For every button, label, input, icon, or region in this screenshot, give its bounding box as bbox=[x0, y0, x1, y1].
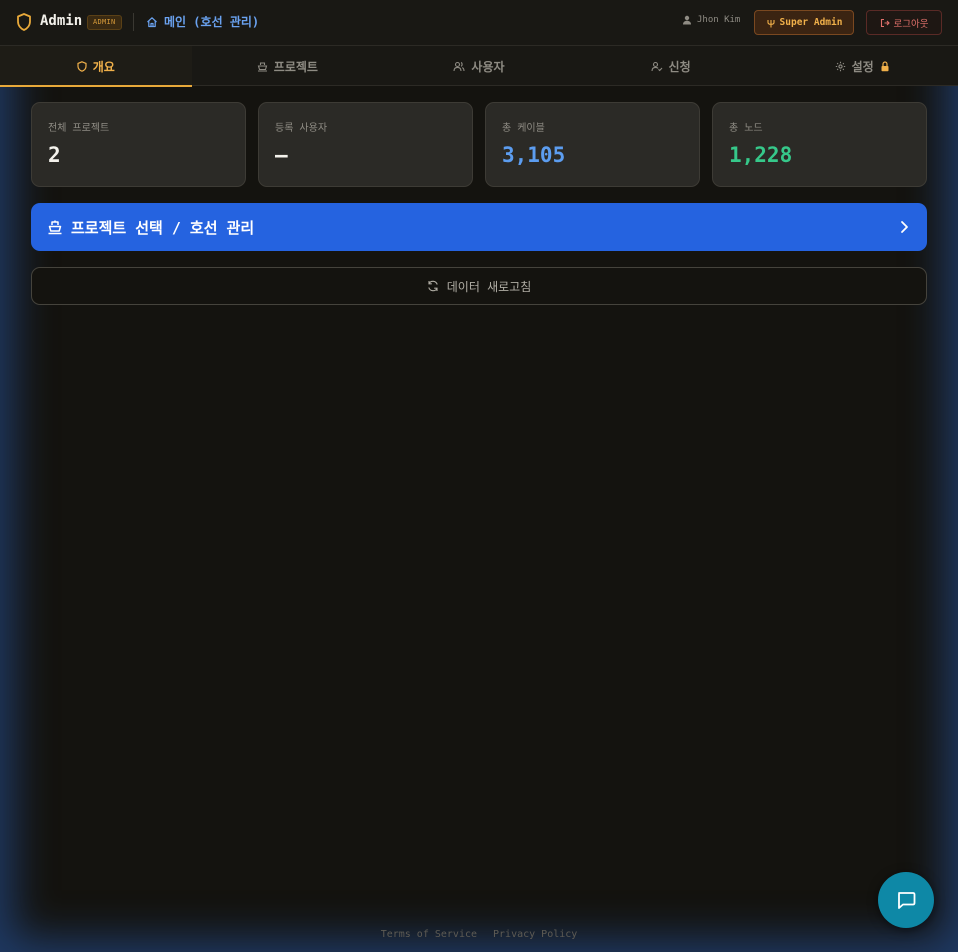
ship-icon bbox=[48, 220, 62, 235]
trident-icon bbox=[766, 19, 775, 27]
brand-title: Admin bbox=[40, 13, 83, 29]
project-select-button[interactable]: 프로젝트 선택 / 호선 관리 bbox=[31, 203, 927, 251]
shield-icon bbox=[17, 13, 31, 31]
chevron-right-icon bbox=[901, 221, 908, 233]
stat-card-cables: 총 케이블 3,105 bbox=[485, 102, 700, 187]
project-select-label: 프로젝트 선택 / 호선 관리 bbox=[71, 218, 255, 237]
tab-users[interactable]: 사용자 bbox=[383, 46, 575, 86]
stat-value: 1,228 bbox=[729, 143, 793, 167]
terms-link[interactable]: Terms of Service bbox=[381, 929, 477, 940]
stat-card-projects: 전체 프로젝트 2 bbox=[31, 102, 246, 187]
tab-requests-label: 신청 bbox=[668, 59, 691, 74]
stat-label: 등록 사용자 bbox=[275, 123, 328, 134]
chat-button[interactable] bbox=[878, 872, 934, 928]
admin-badge: ADMIN bbox=[87, 15, 122, 30]
privacy-link[interactable]: Privacy Policy bbox=[493, 929, 577, 940]
refresh-label: 데이터 새로고침 bbox=[446, 279, 532, 294]
tab-users-label: 사용자 bbox=[471, 59, 505, 74]
tab-projects[interactable]: 프로젝트 bbox=[192, 46, 384, 86]
refresh-button[interactable]: 데이터 새로고침 bbox=[31, 267, 927, 305]
shield-icon bbox=[77, 60, 87, 72]
users-icon bbox=[453, 61, 465, 71]
stat-value: 2 bbox=[48, 143, 61, 167]
super-admin-label: Super Admin bbox=[779, 17, 843, 28]
tab-requests[interactable]: 신청 bbox=[575, 46, 767, 86]
app-frame: Admin ADMIN 메인 (호선 관리) Jhon Kim Super Ad… bbox=[0, 0, 958, 952]
super-admin-button[interactable]: Super Admin bbox=[754, 10, 854, 35]
logout-button[interactable]: 로그아웃 bbox=[866, 10, 942, 35]
user-icon bbox=[683, 15, 691, 25]
user-check-icon bbox=[650, 61, 662, 71]
refresh-icon bbox=[428, 280, 438, 292]
chat-icon bbox=[898, 892, 916, 909]
home-link-label: 메인 (호선 관리) bbox=[164, 15, 260, 29]
tab-overview-label: 개요 bbox=[92, 59, 115, 74]
top-header: Admin ADMIN 메인 (호선 관리) Jhon Kim Super Ad… bbox=[0, 0, 958, 46]
stat-card-users: 등록 사용자 — bbox=[258, 102, 473, 187]
tab-overview[interactable]: 개요 bbox=[0, 46, 192, 87]
tab-projects-label: 프로젝트 bbox=[273, 59, 318, 74]
tab-bar: 개요 프로젝트 사용자 신청 설정 bbox=[0, 46, 958, 87]
stat-label: 총 케이블 bbox=[502, 123, 545, 134]
stat-label: 전체 프로젝트 bbox=[48, 123, 110, 134]
stat-label: 총 노드 bbox=[729, 123, 763, 134]
footer: Terms of Service Privacy Policy bbox=[0, 929, 958, 940]
home-icon bbox=[147, 16, 157, 27]
gear-icon bbox=[835, 61, 845, 71]
header-divider bbox=[133, 13, 134, 31]
tab-settings-label: 설정 bbox=[851, 59, 874, 74]
logout-icon bbox=[880, 18, 890, 27]
ship-icon bbox=[257, 61, 268, 72]
tab-settings[interactable]: 설정 bbox=[766, 46, 958, 86]
lock-icon bbox=[881, 60, 889, 71]
logout-label: 로그아웃 bbox=[893, 18, 929, 30]
home-link[interactable]: 메인 (호선 관리) bbox=[146, 13, 259, 30]
stat-card-nodes: 총 노드 1,228 bbox=[712, 102, 927, 187]
stat-value: 3,105 bbox=[502, 143, 566, 167]
stat-value: — bbox=[275, 143, 288, 167]
user-info: Jhon Kim bbox=[682, 15, 740, 25]
user-name: Jhon Kim bbox=[697, 15, 741, 25]
